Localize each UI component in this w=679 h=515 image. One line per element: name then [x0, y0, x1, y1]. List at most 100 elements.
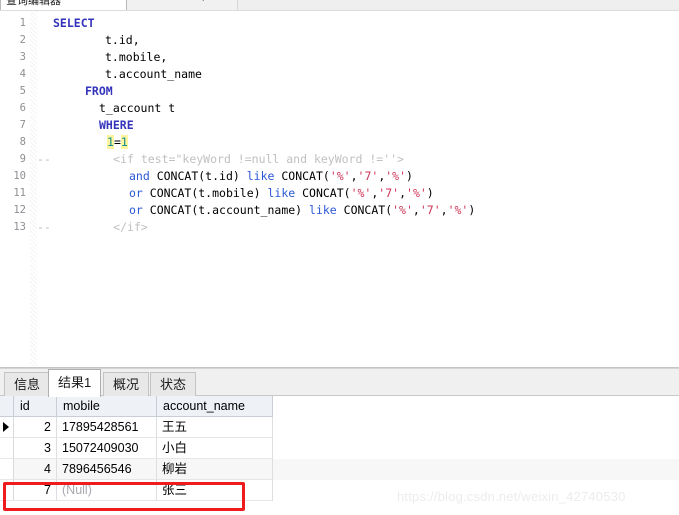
code-token: and [129, 169, 157, 183]
line-number: 2 [19, 34, 26, 46]
line-number: 4 [19, 68, 26, 80]
code-line[interactable]: -- </if> [37, 219, 148, 236]
code-line[interactable]: WHERE [37, 117, 134, 134]
comment-dashes: -- [37, 220, 58, 234]
editor-tab-strip: 查询编辑器 + [0, 0, 679, 11]
code-line[interactable]: and CONCAT(t.id) like CONCAT('%','7','%'… [37, 168, 413, 185]
result-tab-inactive[interactable]: 状态 [150, 372, 197, 396]
code-token: </if> [57, 220, 148, 234]
grid-cell-mobile[interactable]: 17895428561 [57, 417, 157, 438]
code-line[interactable]: t.id, [37, 32, 140, 49]
line-number: 5 [19, 85, 26, 97]
code-token: '7' [378, 186, 400, 200]
code-token: ) [406, 169, 413, 183]
grid-column-header[interactable]: mobile [57, 396, 157, 417]
code-token: = [113, 135, 121, 149]
code-line[interactable]: -- <if test="keyWord !=null and keyWord … [37, 151, 404, 168]
grid-cell-account_name[interactable]: 张三 [157, 480, 273, 501]
current-row-arrow-icon [3, 422, 9, 432]
code-token: '%' [447, 203, 469, 217]
code-token: '%' [350, 186, 372, 200]
grid-cell-id[interactable]: 4 [14, 459, 57, 480]
line-number: 11 [13, 187, 26, 199]
code-line[interactable]: or CONCAT(t.mobile) like CONCAT('%','7',… [37, 185, 434, 202]
code-token: like [309, 203, 344, 217]
code-line[interactable]: or CONCAT(t.account_name) like CONCAT('%… [37, 202, 475, 219]
code-token: '%' [392, 203, 413, 217]
line-number-gutter: 1 2 3 4 5 6 7 8 9 10 11 12 13 [0, 11, 30, 367]
code-token: CONCAT( [343, 203, 393, 217]
code-token: CONCAT(t.account_name) [149, 203, 310, 217]
sql-editor[interactable]: 1 2 3 4 5 6 7 8 9 10 11 12 13 SELECT t.id, t.mobile, t.… [0, 11, 679, 367]
code-token: t.mobile, [105, 50, 168, 64]
row-selector-cell[interactable] [0, 480, 14, 501]
plus-icon[interactable]: + [200, 0, 206, 5]
code-token: '7' [419, 203, 441, 217]
line-number: 1 [19, 17, 26, 29]
code-token: , [440, 203, 448, 217]
result-tab-active[interactable]: 结果1 [48, 369, 102, 397]
code-token: t_account t [99, 101, 176, 115]
grid-cell-id[interactable]: 3 [14, 438, 57, 459]
code-token: CONCAT( [302, 186, 351, 200]
grid-header-row: id mobile account_name [0, 396, 679, 417]
line-number: 13 [13, 221, 26, 233]
line-number: 6 [19, 102, 26, 114]
code-line[interactable]: t_account t [37, 100, 175, 117]
code-line[interactable]: SELECT [37, 15, 95, 32]
line-number: 10 [13, 170, 26, 182]
grid-cell-id[interactable]: 7 [14, 480, 57, 501]
grid-cell-mobile[interactable]: (Null) [57, 480, 157, 501]
grid-cell-mobile[interactable]: 7896456546 [57, 459, 157, 480]
code-token: like [246, 169, 282, 183]
code-token: , [350, 169, 358, 183]
grid-cell-account_name[interactable]: 王五 [157, 417, 273, 438]
sql-client-window: 查询编辑器 + 12345678910111213 SELECTt.id,t.m… [0, 0, 679, 515]
code-line[interactable]: t.mobile, [37, 49, 167, 66]
table-row[interactable]: 4 7896456546 柳岩 [0, 459, 679, 480]
code-token: SELECT [53, 16, 95, 30]
result-tab-inactive[interactable]: 信息 [4, 372, 51, 396]
code-token: or [129, 186, 150, 200]
watermark-text: https://blog.csdn.net/weixin_42740530 [397, 489, 626, 504]
grid-cell-account_name[interactable]: 柳岩 [157, 459, 273, 480]
gutter-separator [30, 11, 37, 367]
line-number: 7 [19, 119, 26, 131]
result-tab-inactive[interactable]: 概况 [103, 372, 150, 396]
table-row[interactable]: 2 17895428561 王五 [0, 417, 679, 438]
grid-cell-id[interactable]: 2 [14, 417, 57, 438]
code-token: '%' [385, 169, 407, 183]
grid-cell-mobile[interactable]: 15072409030 [57, 438, 157, 459]
code-token: t.id, [105, 33, 140, 47]
code-token: <if test="keyWord !=null and keyWord !='… [57, 152, 404, 166]
results-tab-bar: 信息 结果1 概况 状态 [0, 369, 679, 397]
grid-cell-account_name[interactable]: 小白 [157, 438, 273, 459]
row-selector-cell[interactable] [0, 438, 14, 459]
tab-strip-filler [237, 0, 679, 10]
code-token: FROM [85, 84, 113, 98]
grid-column-header[interactable]: account_name [157, 396, 273, 417]
code-token: '7' [357, 169, 379, 183]
code-token: ) [468, 203, 476, 217]
code-token: , [399, 186, 407, 200]
code-token: WHERE [99, 118, 134, 132]
row-selector-cell[interactable] [0, 417, 14, 438]
table-row[interactable]: 3 15072409030 小白 [0, 438, 679, 459]
code-token: t.account_name [105, 67, 202, 81]
code-token: CONCAT(t.mobile) [149, 186, 268, 200]
code-token: like [267, 186, 303, 200]
code-line[interactable]: t.account_name [37, 66, 202, 83]
sql-code-area[interactable]: SELECT t.id, t.mobile, t.account_name FROM t_… [37, 11, 679, 367]
code-token: CONCAT( [281, 169, 330, 183]
line-number: 9 [19, 153, 26, 165]
row-selector-cell[interactable] [0, 459, 14, 480]
code-token: , [412, 203, 420, 217]
code-line[interactable]: FROM [37, 83, 113, 100]
code-token: or [129, 203, 150, 217]
query-tab[interactable]: 查询编辑器 [0, 0, 127, 10]
line-number: 8 [19, 136, 26, 148]
code-line[interactable]: 1=1 [37, 134, 128, 151]
grid-column-header[interactable]: id [14, 396, 57, 417]
comment-dashes: -- [37, 152, 58, 166]
code-token: '%' [406, 186, 427, 200]
